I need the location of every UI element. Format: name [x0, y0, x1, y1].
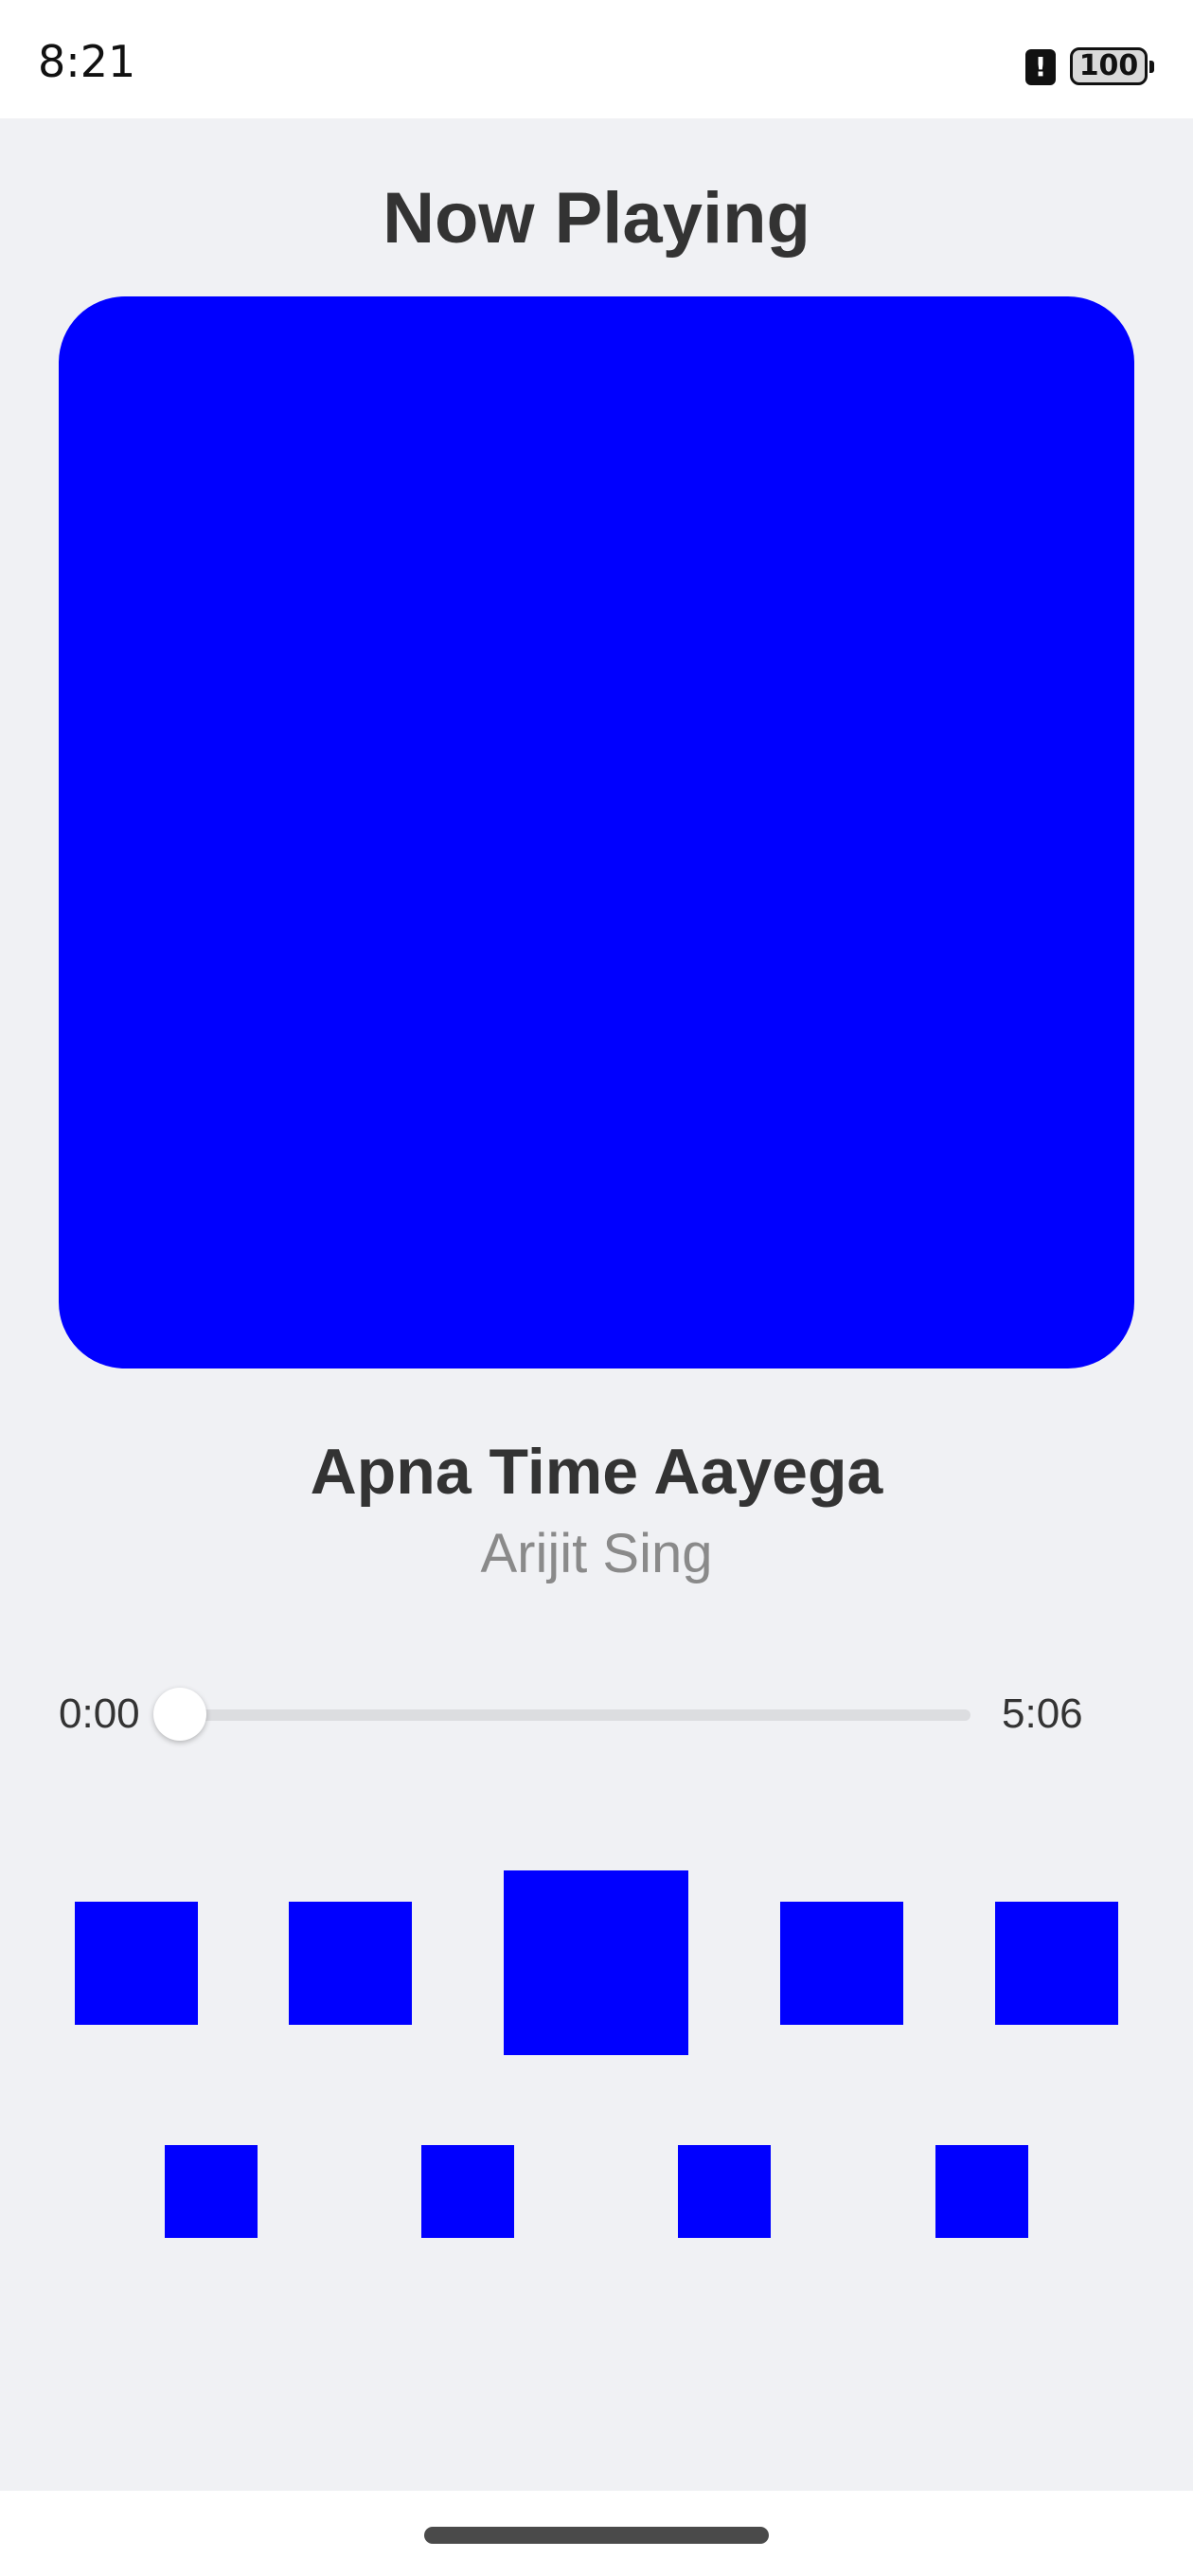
control-icon-4[interactable] [780, 1902, 903, 2025]
control-icon-9[interactable] [935, 2145, 1028, 2238]
now-playing-screen: 8:21 ! 100 Now Playing Apna Time Aayega … [0, 0, 1193, 2576]
control-icon-6[interactable] [165, 2145, 258, 2238]
battery-level: 100 [1078, 49, 1139, 82]
total-time: 5:06 [1002, 1690, 1083, 1737]
control-icon-2[interactable] [289, 1902, 412, 2025]
control-icon-8[interactable] [678, 2145, 771, 2238]
play-icon[interactable] [504, 1870, 688, 2055]
home-indicator[interactable] [424, 2527, 769, 2544]
page-title: Now Playing [383, 178, 810, 259]
control-icon-7[interactable] [421, 2145, 514, 2238]
status-time: 8:21 [38, 36, 136, 87]
current-time: 0:00 [59, 1690, 140, 1737]
control-icon-5[interactable] [995, 1902, 1118, 2025]
song-title: Apna Time Aayega [310, 1436, 883, 1508]
seek-bar[interactable] [180, 1709, 970, 1721]
album-art [59, 296, 1134, 1368]
status-bar: 8:21 ! 100 [0, 0, 1193, 118]
player-content: Now Playing Apna Time Aayega Arijit Sing… [0, 118, 1193, 2491]
navigation-bar [0, 2491, 1193, 2576]
seek-thumb[interactable] [153, 1688, 206, 1741]
artist-name: Arijit Sing [480, 1523, 713, 1584]
battery-icon: 100 [1070, 47, 1154, 85]
alert-icon: ! [1025, 49, 1056, 85]
control-icon-1[interactable] [75, 1902, 198, 2025]
